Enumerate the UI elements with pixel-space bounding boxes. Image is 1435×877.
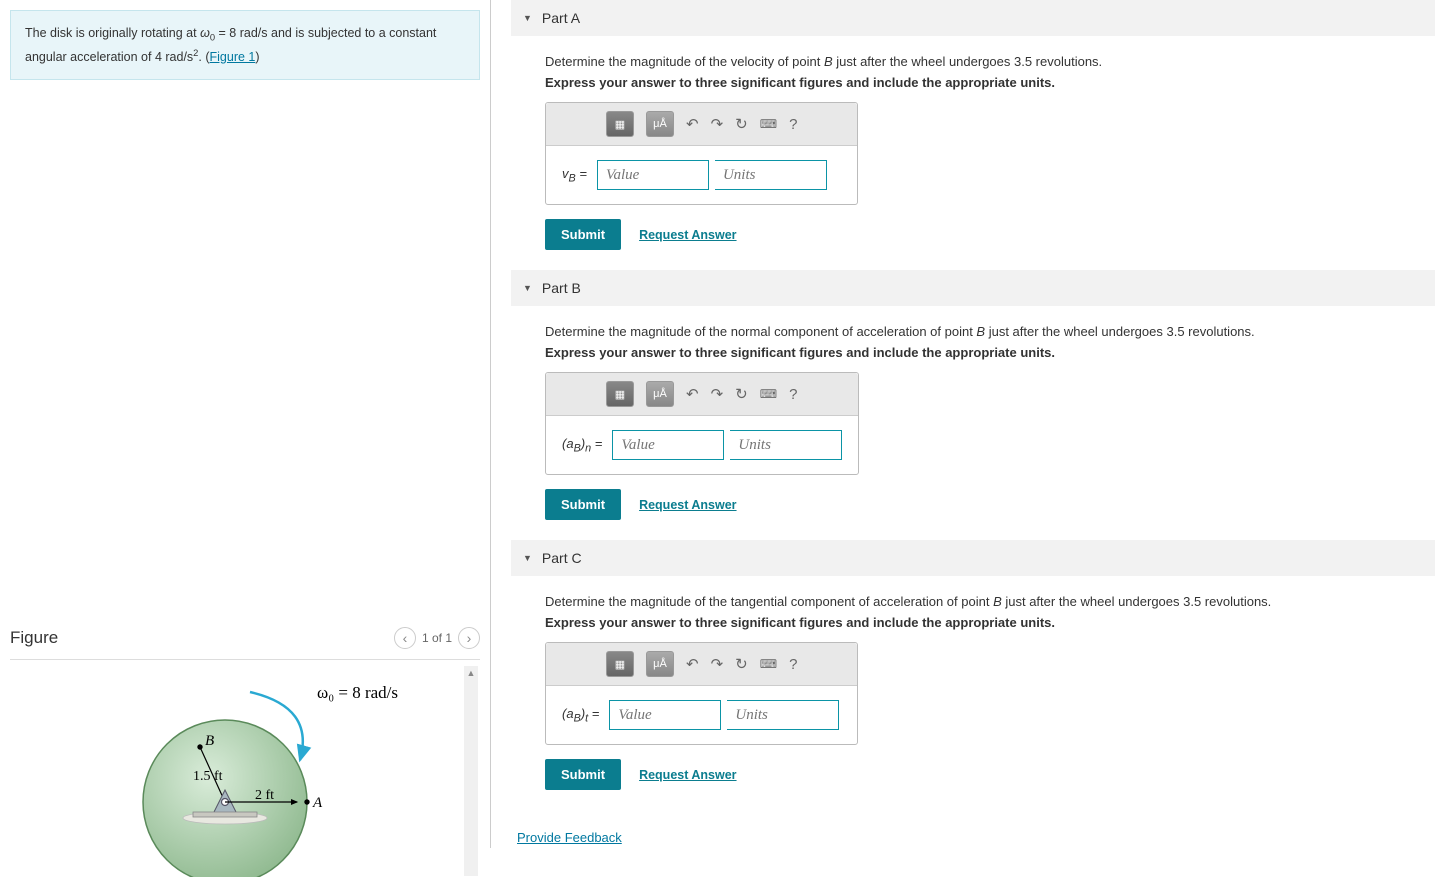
part-b-title: Part B (542, 280, 581, 296)
keyboard-icon[interactable]: ⌨ (760, 117, 777, 131)
help-icon[interactable]: ? (789, 116, 797, 133)
templates-icon[interactable]: ▦ (606, 381, 634, 407)
reset-icon[interactable]: ↻ (735, 115, 748, 133)
reset-icon[interactable]: ↻ (735, 385, 748, 403)
part-b-var-label: (aB)n = (562, 436, 602, 455)
parts-panel: Part A Determine the magnitude of the ve… (490, 0, 1435, 848)
keyboard-icon[interactable]: ⌨ (760, 387, 777, 401)
reset-icon[interactable]: ↻ (735, 655, 748, 673)
part-c-units-input[interactable] (727, 700, 839, 730)
special-chars-icon[interactable]: μÅ (646, 651, 674, 677)
omega-var: ω (200, 26, 210, 40)
part-a-header[interactable]: Part A (511, 0, 1435, 36)
figure-title: Figure (10, 628, 58, 648)
part-a-question: Determine the magnitude of the velocity … (545, 54, 1435, 69)
special-chars-icon[interactable]: μÅ (646, 111, 674, 137)
part-a-submit-button[interactable]: Submit (545, 219, 621, 250)
redo-icon[interactable]: ↷ (711, 655, 724, 673)
part-c-instruct: Express your answer to three significant… (545, 615, 1435, 630)
keyboard-icon[interactable]: ⌨ (760, 657, 777, 671)
part-c-title: Part C (542, 550, 582, 566)
part-b-value-input[interactable] (612, 430, 724, 460)
redo-icon[interactable]: ↷ (711, 115, 724, 133)
part-c-answer-box: ▦ μÅ ↶ ↷ ↻ ⌨ ? (aB)t = (545, 642, 858, 745)
problem-suffix: . ( (198, 50, 209, 64)
help-icon[interactable]: ? (789, 386, 797, 403)
redo-icon[interactable]: ↷ (711, 385, 724, 403)
figure-nav-label: 1 of 1 (422, 631, 452, 645)
figure-prev-button[interactable]: ‹ (394, 627, 416, 649)
problem-text: The disk is originally rotating at (25, 26, 200, 40)
provide-feedback-link[interactable]: Provide Feedback (511, 810, 622, 848)
fig-omega-label: ω₀ = 8 rad/s (317, 683, 398, 702)
part-b-answer-box: ▦ μÅ ↶ ↷ ↻ ⌨ ? (aB)n = (545, 372, 859, 475)
part-c-value-input[interactable] (609, 700, 721, 730)
undo-icon[interactable]: ↶ (686, 115, 699, 133)
help-icon[interactable]: ? (789, 656, 797, 673)
figure-next-button[interactable]: › (458, 627, 480, 649)
templates-icon[interactable]: ▦ (606, 651, 634, 677)
part-b-question: Determine the magnitude of the normal co… (545, 324, 1435, 339)
part-a-instruct: Express your answer to three significant… (545, 75, 1435, 90)
part-c-submit-button[interactable]: Submit (545, 759, 621, 790)
part-a-title: Part A (542, 10, 580, 26)
part-a-request-answer-link[interactable]: Request Answer (639, 228, 736, 242)
scroll-up-icon[interactable]: ▲ (464, 666, 478, 680)
part-b-units-input[interactable] (730, 430, 842, 460)
part-b-header[interactable]: Part B (511, 270, 1435, 306)
part-b-submit-button[interactable]: Submit (545, 489, 621, 520)
problem-end: ) (255, 50, 259, 64)
figure-scrollbar[interactable]: ▲ (464, 666, 478, 876)
alpha-val: 4 rad/s (155, 50, 193, 64)
figure-image: ω₀ = 8 rad/s B 1.5 ft 2 ft A ▲ (10, 666, 480, 876)
figure-link[interactable]: Figure 1 (210, 50, 256, 64)
problem-statement: The disk is originally rotating at ω0 = … (10, 10, 480, 80)
omega-val: = 8 rad/s (215, 26, 267, 40)
part-c-header[interactable]: Part C (511, 540, 1435, 576)
part-a-value-input[interactable] (597, 160, 709, 190)
undo-icon[interactable]: ↶ (686, 655, 699, 673)
part-a-var-label: vB = (562, 166, 587, 185)
fig-point-a: A (312, 795, 323, 811)
undo-icon[interactable]: ↶ (686, 385, 699, 403)
part-c-var-label: (aB)t = (562, 706, 599, 725)
part-a-answer-box: ▦ μÅ ↶ ↷ ↻ ⌨ ? vB = (545, 102, 858, 205)
fig-radius-a: 2 ft (255, 788, 274, 803)
part-c-question: Determine the magnitude of the tangentia… (545, 594, 1435, 609)
part-b-request-answer-link[interactable]: Request Answer (639, 498, 736, 512)
special-chars-icon[interactable]: μÅ (646, 381, 674, 407)
part-b-instruct: Express your answer to three significant… (545, 345, 1435, 360)
templates-icon[interactable]: ▦ (606, 111, 634, 137)
fig-radius-b: 1.5 ft (193, 769, 223, 784)
part-a-units-input[interactable] (715, 160, 827, 190)
fig-point-b: B (205, 733, 214, 749)
part-c-request-answer-link[interactable]: Request Answer (639, 768, 736, 782)
